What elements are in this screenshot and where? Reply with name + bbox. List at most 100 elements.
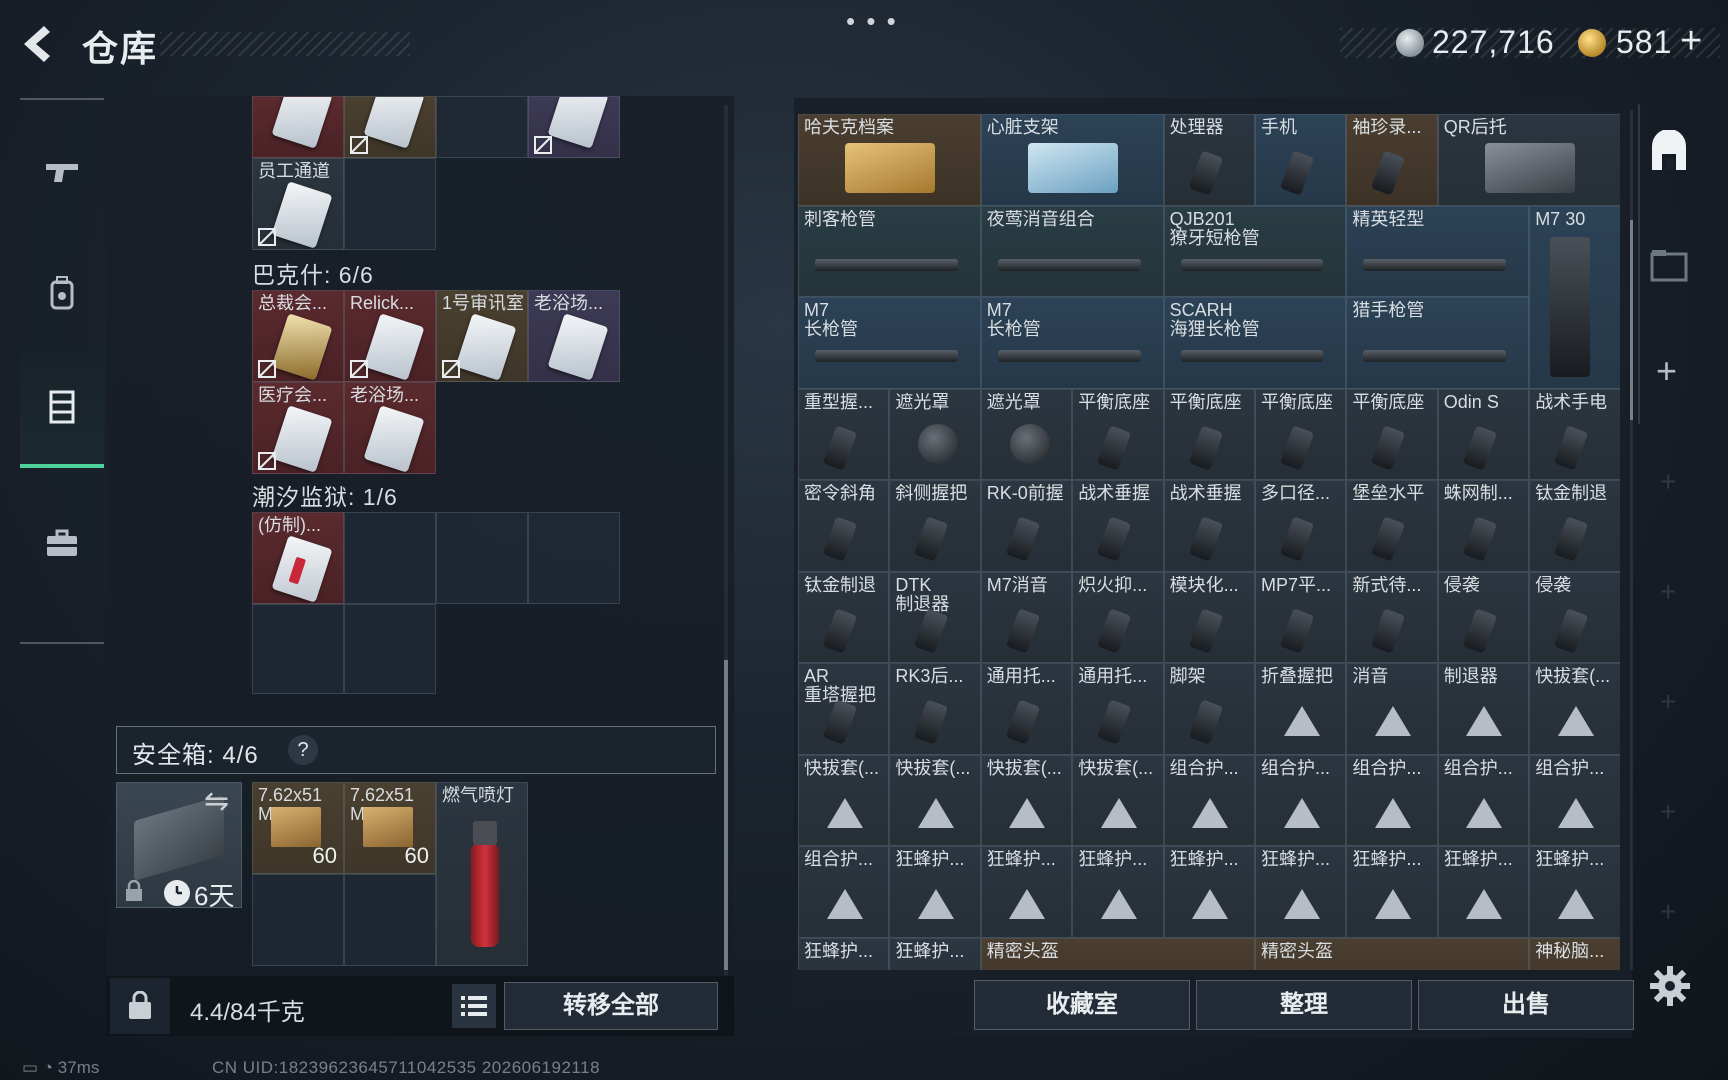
keycard-slot[interactable]: (仿制)... [252, 512, 344, 604]
stash-item[interactable]: 战术垂握 [1072, 480, 1164, 572]
safe-item-slot[interactable]: 7.62x51 M... 60 [252, 782, 344, 874]
stash-item[interactable]: 斜侧握把 [889, 480, 981, 572]
list-view-button[interactable] [452, 984, 496, 1028]
stash-item[interactable]: SCARH 海狸长枪管 [1163, 297, 1347, 389]
sort-button[interactable]: 整理 [1196, 980, 1412, 1030]
safe-item-slot[interactable]: 7.62x51 M... 60 [344, 782, 436, 874]
stash-item[interactable]: 狂蜂护... [1529, 846, 1620, 938]
stash-item[interactable]: 组合护... [1346, 754, 1438, 846]
stash-item[interactable]: 战术垂握 [1163, 480, 1255, 572]
stash-item[interactable]: 钛金制退 [798, 571, 890, 663]
stash-item[interactable]: 快拔套(... [980, 754, 1073, 846]
nav-storage[interactable] [20, 348, 104, 468]
stash-item[interactable]: 制退器 [1437, 663, 1530, 755]
stash-item[interactable]: 精密头盔 [980, 937, 1255, 970]
stash-item[interactable]: 快拔套(... [798, 754, 890, 846]
stash-item[interactable]: 组合护... [1437, 754, 1530, 846]
stash-item[interactable]: 快拔套(... [1529, 663, 1620, 755]
stash-scrollbar-thumb[interactable] [1630, 220, 1633, 420]
stash-item[interactable]: M7消音 [980, 571, 1073, 663]
stash-item[interactable]: 侵袭 [1529, 571, 1620, 663]
stash-item[interactable]: QR后托 [1437, 114, 1620, 206]
keycard-slot-empty[interactable] [436, 512, 528, 604]
stash-item[interactable]: AR 重塔握把 [798, 663, 890, 755]
nav-briefcase[interactable] [20, 484, 104, 604]
stash-item[interactable]: 哈夫克档案 [798, 114, 981, 206]
stash-item[interactable]: 快拔套(... [889, 754, 981, 846]
stash-item[interactable]: RK3后... [889, 663, 981, 755]
stash-item[interactable]: 处理器 [1163, 114, 1255, 206]
storage-slot[interactable] [528, 96, 620, 158]
weight-lock-button[interactable] [110, 978, 170, 1034]
stash-item[interactable]: 精密头盔 [1255, 937, 1530, 970]
stash-item[interactable]: QJB201 獠牙短枪管 [1163, 205, 1347, 297]
storage-slot[interactable]: 员工通道 [252, 158, 344, 250]
keycard-slot[interactable]: 医疗会... [252, 382, 344, 474]
stash-item[interactable]: 密令斜角 [798, 480, 890, 572]
stash-item[interactable]: Odin S [1437, 388, 1530, 480]
stash-item[interactable]: M7 长枪管 [980, 297, 1164, 389]
stash-item[interactable]: 狂蜂护... [889, 846, 981, 938]
more-menu-button[interactable]: • • • [846, 6, 898, 37]
stash-tab-main[interactable] [1646, 129, 1692, 176]
nav-backpack[interactable] [20, 232, 104, 352]
storage-slot-empty[interactable] [436, 96, 528, 158]
stash-item[interactable]: 炽火抑... [1072, 571, 1164, 663]
keycard-slot[interactable]: 总裁会... [252, 290, 344, 382]
stash-item[interactable]: 心脏支架 [980, 114, 1164, 206]
stash-item[interactable]: M7 30 [1529, 205, 1620, 389]
stash-item[interactable]: 组合护... [1163, 754, 1255, 846]
settings-button[interactable] [1648, 964, 1692, 1008]
keycard-slot-empty[interactable] [252, 604, 344, 694]
stash-item[interactable]: 平衡底座 [1255, 388, 1347, 480]
keycard-slot[interactable]: Relick... [344, 290, 436, 382]
safe-item-slot[interactable]: 燃气喷灯 [436, 782, 528, 966]
stash-item[interactable]: 狂蜂护... [980, 846, 1073, 938]
keycard-slot[interactable]: 老浴场... [344, 382, 436, 474]
storage-slot[interactable] [344, 96, 436, 158]
stash-item[interactable]: 快拔套(... [1072, 754, 1164, 846]
stash-item[interactable]: 刺客枪管 [798, 205, 981, 297]
stash-item[interactable]: 平衡底座 [1163, 388, 1255, 480]
stash-item[interactable]: 猎手枪管 [1346, 297, 1530, 389]
keycard-slot-empty[interactable] [344, 512, 436, 604]
stash-item[interactable]: 钛金制退 [1529, 480, 1620, 572]
stash-item[interactable]: 新式待... [1346, 571, 1438, 663]
stash-item[interactable]: 蛛网制... [1437, 480, 1530, 572]
stash-item[interactable]: MP7平... [1255, 571, 1347, 663]
stash-item[interactable]: 模块化... [1163, 571, 1255, 663]
storage-slot[interactable] [252, 96, 344, 158]
stash-item[interactable]: 遮光罩 [889, 388, 981, 480]
safe-item-slot-empty[interactable] [344, 874, 436, 966]
stash-item[interactable]: 通用托... [980, 663, 1073, 755]
sell-button[interactable]: 出售 [1418, 980, 1634, 1030]
stash-item[interactable]: 重型握... [798, 388, 890, 480]
stash-item[interactable]: 组合护... [798, 846, 890, 938]
stash-item[interactable]: DTK 制退器 [889, 571, 981, 663]
swap-case-button[interactable]: ⇋ [204, 784, 229, 819]
stash-item[interactable]: 夜莺消音组合 [980, 205, 1164, 297]
stash-item[interactable]: 手机 [1255, 114, 1347, 206]
keycard-slot[interactable]: 1号审讯室 [436, 290, 528, 382]
storage-scrollbar-thumb[interactable] [724, 660, 728, 970]
stash-item[interactable]: 狂蜂护... [1346, 846, 1438, 938]
safe-item-slot-empty[interactable] [252, 874, 344, 966]
keycard-slot-empty[interactable] [528, 512, 620, 604]
stash-item[interactable]: 战术手电 [1529, 388, 1620, 480]
stash-item[interactable]: 袖珍录... [1346, 114, 1438, 206]
stash-item[interactable]: 折叠握把 [1255, 663, 1347, 755]
stash-item[interactable]: 组合护... [1255, 754, 1347, 846]
stash-item[interactable]: 狂蜂护... [889, 937, 981, 970]
stash-item[interactable]: 狂蜂护... [798, 937, 890, 970]
stash-item[interactable]: 平衡底座 [1072, 388, 1164, 480]
back-button[interactable] [18, 22, 58, 66]
stash-item[interactable]: 狂蜂护... [1437, 846, 1530, 938]
stash-item[interactable]: 精英轻型 [1346, 205, 1530, 297]
keycard-slot[interactable]: 老浴场... [528, 290, 620, 382]
stash-item[interactable]: 狂蜂护... [1072, 846, 1164, 938]
stash-item[interactable]: 侵袭 [1437, 571, 1530, 663]
stash-item[interactable]: 通用托... [1072, 663, 1164, 755]
stash-tab-secondary[interactable] [1646, 242, 1692, 288]
add-currency-button[interactable]: + [1680, 20, 1702, 63]
safe-box-help-button[interactable]: ? [288, 735, 318, 765]
